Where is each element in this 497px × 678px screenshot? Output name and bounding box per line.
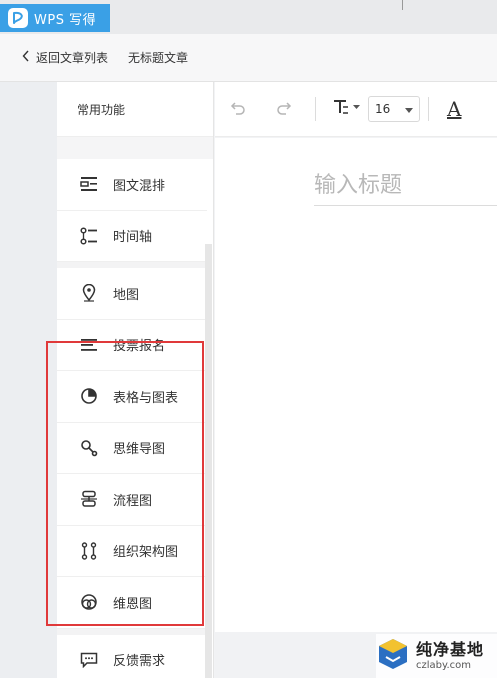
watermark-sub: czlaby.com — [416, 659, 472, 671]
function-item-timeline[interactable]: 时间轴 — [57, 211, 207, 262]
app-title: WPS 写得 — [34, 12, 97, 28]
breadcrumb: 返回文章列表 无标题文章 — [0, 34, 497, 82]
chevron-left-icon — [22, 50, 30, 65]
panel-scrollbar[interactable] — [205, 244, 212, 678]
function-item-label: 地图 — [113, 287, 140, 303]
title-input[interactable] — [314, 166, 497, 206]
watermark-main: 纯净基地 — [416, 639, 485, 659]
redo-button[interactable] — [261, 94, 307, 124]
watermark-text: 纯净基地 czlaby.com — [416, 639, 485, 671]
watermark: 纯净基地 czlaby.com — [376, 634, 497, 678]
redo-icon — [276, 100, 292, 119]
back-to-list-link[interactable]: 返回文章列表 — [22, 49, 108, 66]
function-item-map[interactable]: 地图 — [57, 268, 207, 320]
timeline-icon — [79, 226, 99, 246]
map-pin-icon — [79, 283, 99, 303]
wps-logo-icon — [8, 8, 28, 28]
app-badge[interactable]: WPS 写得 — [0, 4, 110, 32]
font-color-button[interactable]: A — [447, 97, 461, 121]
editor-area — [215, 138, 497, 632]
title-bar: WPS 写得 — [0, 0, 497, 34]
toolbar-divider — [315, 97, 316, 121]
function-item-image-text[interactable]: 图文混排 — [57, 159, 207, 211]
title-divider — [402, 0, 403, 10]
function-item-feedback[interactable]: 反馈需求 — [57, 635, 207, 678]
function-item-label: 图文混排 — [113, 178, 166, 194]
editor-toolbar: 16 A — [215, 82, 497, 137]
text-style-icon — [332, 99, 360, 119]
caret-down-icon — [405, 102, 413, 116]
highlight-box — [46, 341, 204, 626]
document-name: 无标题文章 — [128, 51, 189, 65]
image-text-layout-icon — [79, 174, 99, 194]
feedback-icon — [79, 650, 99, 670]
font-size-value: 16 — [375, 102, 391, 116]
font-size-select[interactable]: 16 — [368, 96, 420, 122]
undo-button[interactable] — [215, 94, 261, 124]
function-item-label: 时间轴 — [113, 230, 153, 246]
function-item-label: 反馈需求 — [113, 654, 166, 670]
panel-spacer — [57, 137, 213, 159]
toolbar-divider — [428, 97, 429, 121]
back-label: 返回文章列表 — [36, 51, 109, 65]
watermark-logo-icon — [376, 637, 410, 675]
panel-heading: 常用功能 — [57, 82, 213, 137]
paragraph-style-button[interactable] — [324, 94, 368, 124]
undo-icon — [230, 100, 246, 119]
